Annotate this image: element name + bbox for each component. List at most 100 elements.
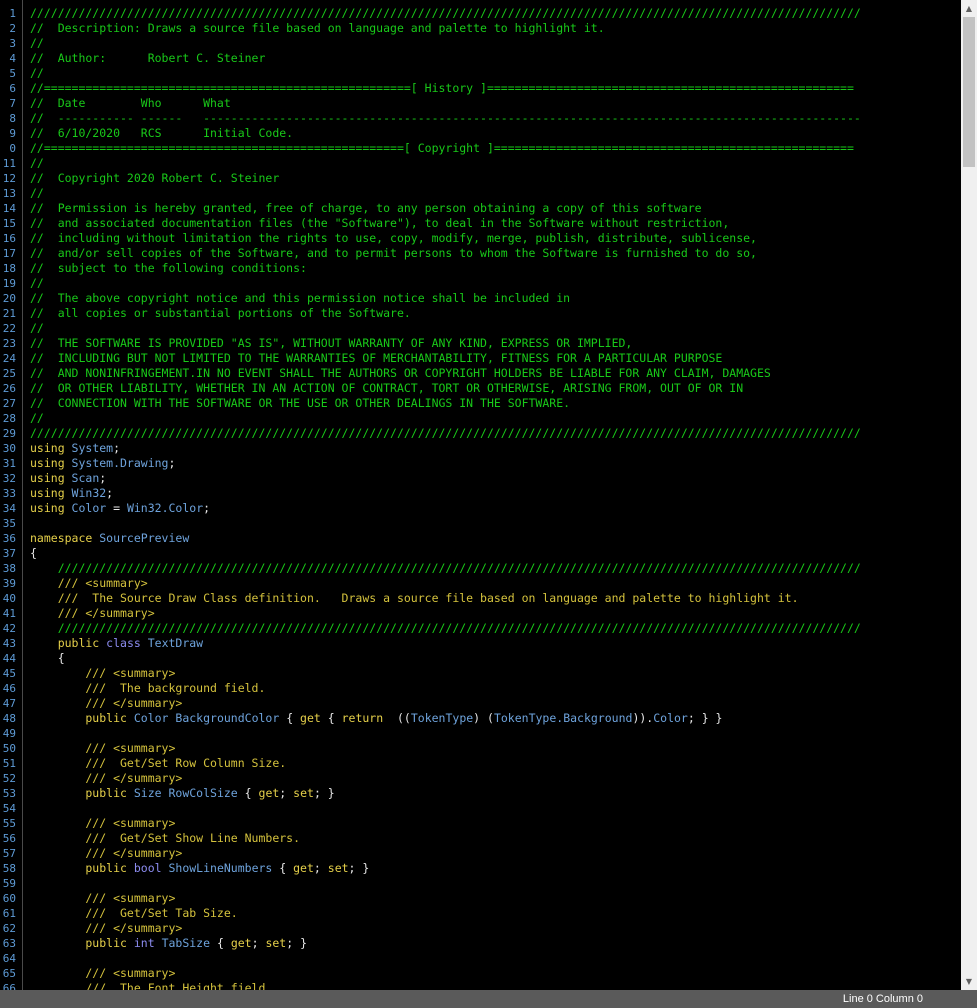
code-line: 31 using System.Drawing;: [3, 456, 961, 471]
line-number: 50: [2, 742, 16, 755]
line-number: 62: [2, 922, 16, 935]
code-token: ShowLineNumbers: [161, 861, 273, 875]
status-bar: Line 0 Column 0: [0, 990, 977, 1008]
scroll-down-arrow-icon[interactable]: ▼: [961, 973, 977, 990]
line-text: // THE SOFTWARE IS PROVIDED "AS IS", WIT…: [30, 336, 632, 351]
code-line: 40 /// The Source Draw Class definition.…: [3, 591, 961, 606]
scrollbar-thumb[interactable]: [963, 17, 975, 167]
line-number: 22: [2, 322, 16, 335]
code-line: 54: [3, 801, 961, 816]
line-number: 45: [2, 667, 16, 680]
code-line: 65 /// <summary>: [3, 966, 961, 981]
code-token: System: [64, 441, 114, 455]
line-text: public Color BackgroundColor { get { ret…: [30, 711, 722, 726]
code-line: 22 //: [3, 321, 961, 336]
line-number: 13: [2, 187, 16, 200]
line-number: 37: [2, 547, 16, 560]
code-token: /// <summary>: [30, 666, 176, 680]
line-text: // Author: Robert C. Steiner: [30, 51, 265, 66]
code-line: 13 //: [3, 186, 961, 201]
code-token: Color: [653, 711, 688, 725]
line-text: /// Get/Set Show Line Numbers.: [30, 831, 300, 846]
line-text: {: [30, 546, 37, 561]
code-line: 36 namespace SourcePreview: [3, 531, 961, 546]
line-number: 59: [2, 877, 16, 890]
line-number: 38: [2, 562, 16, 575]
code-token: =: [106, 501, 127, 515]
code-token: //: [30, 186, 44, 200]
code-line: 28 //: [3, 411, 961, 426]
code-token: TokenType: [410, 711, 474, 725]
line-text: /// </summary>: [30, 846, 182, 861]
code-token: Color: [64, 501, 107, 515]
code-token: get: [293, 861, 314, 875]
line-number: 35: [2, 517, 16, 530]
code-area[interactable]: 1///////////////////////////////////////…: [3, 6, 961, 990]
code-token: using: [30, 471, 65, 485]
code-token: ////////////////////////////////////////…: [30, 561, 861, 575]
line-number: 24: [2, 352, 16, 365]
code-line: 32 using Scan;: [3, 471, 961, 486]
code-token: ;: [99, 471, 107, 485]
line-text: // including without limitation the righ…: [30, 231, 757, 246]
line-number: 21: [2, 307, 16, 320]
code-token: ////////////////////////////////////////…: [30, 426, 861, 440]
code-line: 45 /// <summary>: [3, 666, 961, 681]
code-token: BackgroundColor: [168, 711, 280, 725]
code-line: 60 /// <summary>: [3, 891, 961, 906]
line-number: 32: [2, 472, 16, 485]
code-token: ;: [313, 861, 328, 875]
code-token: //======================================…: [30, 81, 854, 95]
code-token: // and associated documentation files (t…: [30, 216, 730, 230]
code-token: // CONNECTION WITH THE SOFTWARE OR THE U…: [30, 396, 571, 410]
line-number: 41: [2, 607, 16, 620]
code-token: /// Get/Set Show Line Numbers.: [30, 831, 301, 845]
line-number: 11: [2, 157, 16, 170]
scroll-up-arrow-icon[interactable]: ▲: [961, 0, 977, 17]
code-token: set: [327, 861, 349, 875]
line-text: /// </summary>: [30, 606, 155, 621]
code-token: bool: [126, 861, 162, 875]
code-token: //: [30, 411, 44, 425]
code-line: 6 //=====================================…: [9, 81, 961, 96]
code-line: 55 /// <summary>: [3, 816, 961, 831]
code-token: RowColSize: [161, 786, 238, 800]
line-text: public bool ShowLineNumbers { get; set; …: [30, 861, 369, 876]
line-text: //: [30, 411, 44, 426]
code-line: 46 /// The background field.: [3, 681, 961, 696]
vertical-scrollbar[interactable]: ▲ ▼: [961, 0, 977, 990]
code-editor[interactable]: 1///////////////////////////////////////…: [0, 0, 961, 990]
line-number: 44: [2, 652, 16, 665]
line-text: namespace SourcePreview: [30, 531, 189, 546]
code-line: 59: [3, 876, 961, 891]
code-token: {: [30, 546, 37, 560]
line-number: 31: [2, 457, 16, 470]
line-number: 48: [2, 712, 16, 725]
line-text: // ----------- ------ ------------------…: [30, 111, 861, 126]
code-line: 47 /// </summary>: [3, 696, 961, 711]
code-token: //: [30, 156, 44, 170]
line-text: /// </summary>: [30, 696, 182, 711]
line-text: using Color = Win32.Color;: [30, 501, 210, 516]
code-token: public: [30, 861, 127, 875]
line-text: // Copyright 2020 Robert C. Steiner: [30, 171, 279, 186]
code-token: // Author: Robert C. Steiner: [30, 51, 266, 65]
line-text: // The above copyright notice and this p…: [30, 291, 570, 306]
code-token: ; }: [348, 861, 370, 875]
code-token: /// <summary>: [30, 741, 176, 755]
line-text: ////////////////////////////////////////…: [30, 426, 861, 441]
code-token: public: [30, 636, 100, 650]
line-text: ////////////////////////////////////////…: [30, 6, 861, 21]
code-token: ;: [203, 501, 211, 515]
code-token: // Description: Draws a source file base…: [30, 21, 605, 35]
line-number: 36: [2, 532, 16, 545]
code-line: 23 // THE SOFTWARE IS PROVIDED "AS IS", W…: [3, 336, 961, 351]
code-line: 20 // The above copyright notice and this…: [3, 291, 961, 306]
code-line: 25 // AND NONINFRINGEMENT.IN NO EVENT SHA…: [3, 366, 961, 381]
line-text: // subject to the following conditions:: [30, 261, 307, 276]
code-token: // all copies or substantial portions of…: [30, 306, 411, 320]
line-number: 28: [2, 412, 16, 425]
code-token: // THE SOFTWARE IS PROVIDED "AS IS", WIT…: [30, 336, 633, 350]
code-line: 29 //////////////////////////////////////…: [3, 426, 961, 441]
code-line: 63 public int TabSize { get; set; }: [3, 936, 961, 951]
